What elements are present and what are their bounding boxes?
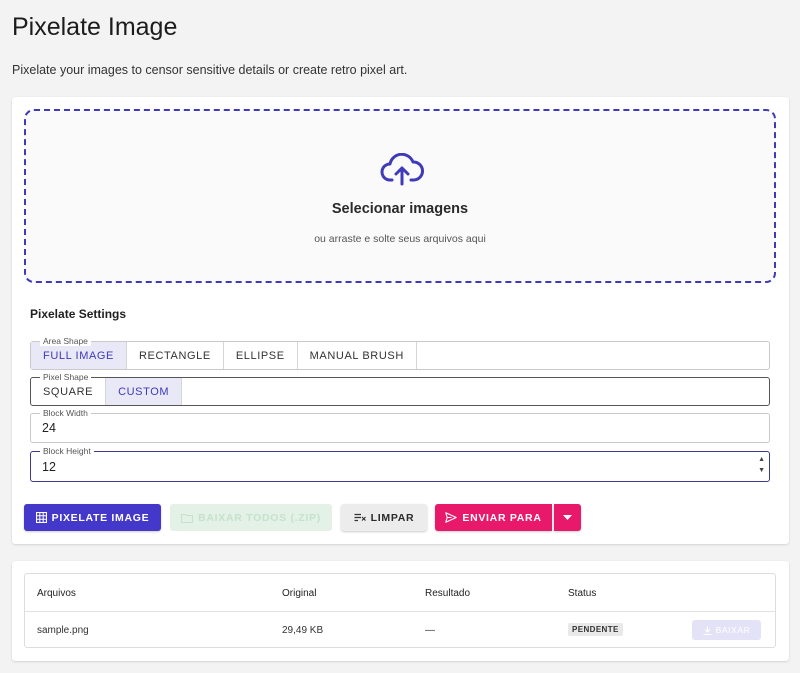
number-spinner[interactable]: ▲ ▼ [758,454,765,476]
page-subtitle: Pixelate your images to censor sensitive… [12,63,408,77]
dropzone-title: Selecionar imagens [331,201,469,217]
download-button-label: BAIXAR [715,625,751,635]
download-all-zip-label: BAIXAR TODOS (.ZIP) [198,511,321,524]
block-height-value: 12 [42,459,56,474]
send-icon [445,512,458,523]
column-header-result: Resultado [425,588,471,599]
settings-card: Selecionar imagens ou arraste e solte se… [12,97,789,544]
download-icon [703,626,712,635]
area-shape-group: Area Shape FULL IMAGE RECTANGLE ELLIPSE … [30,336,770,370]
dropzone-subtitle: ou arraste e solte seus arquivos aqui [314,233,486,245]
column-header-files: Arquivos [37,588,76,599]
page-title: Pixelate Image [12,13,178,41]
header-divider [25,611,775,612]
chevron-down-icon[interactable]: ▼ [758,465,765,476]
area-shape-manual-brush[interactable]: MANUAL BRUSH [298,342,417,369]
cloud-upload-icon [380,153,424,186]
pixelate-button[interactable]: PIXELATE IMAGE [24,504,161,531]
block-width-value: 24 [42,421,56,435]
clear-list-icon [354,513,366,521]
caret-down-icon [563,515,572,520]
download-button[interactable]: BAIXAR [692,620,761,640]
block-width-field[interactable]: Block Width 24 [30,408,770,443]
chevron-up-icon[interactable]: ▲ [758,454,765,465]
block-height-field[interactable]: Block Height 12 ▲ ▼ [30,446,770,482]
settings-title: Pixelate Settings [30,307,127,321]
grid-icon [35,512,47,523]
column-header-status: Status [568,588,597,599]
area-shape-label: Area Shape [40,336,91,346]
pixelate-button-label: PIXELATE IMAGE [51,511,150,524]
folder-zip-icon [181,513,194,523]
upload-dropzone[interactable]: Selecionar imagens ou arraste e solte se… [24,109,776,283]
file-name: sample.png [37,625,89,636]
clear-button[interactable]: LIMPAR [341,504,427,531]
file-original-size: 29,49 KB [282,625,324,636]
send-to-button-label: ENVIAR PARA [462,511,542,524]
send-to-dropdown-button[interactable] [554,504,581,531]
pixel-shape-group: Pixel Shape SQUARE CUSTOM [30,372,770,406]
send-to-button[interactable]: ENVIAR PARA [435,504,552,531]
column-header-original: Original [282,588,317,599]
pixel-shape-label: Pixel Shape [40,372,92,382]
pixel-shape-custom[interactable]: CUSTOM [106,378,183,405]
files-table: Arquivos Original Resultado Status sampl… [24,573,776,648]
file-result: — [425,625,435,636]
files-card: Arquivos Original Resultado Status sampl… [12,561,789,661]
clear-button-label: LIMPAR [370,511,415,524]
area-shape-full-image[interactable]: FULL IMAGE [31,342,127,369]
pixel-shape-square[interactable]: SQUARE [31,378,107,405]
area-shape-rectangle[interactable]: RECTANGLE [127,342,224,369]
download-all-zip-button[interactable]: BAIXAR TODOS (.ZIP) [170,504,332,531]
area-shape-ellipse[interactable]: ELLIPSE [224,342,298,369]
status-badge: PENDENTE [568,623,623,636]
